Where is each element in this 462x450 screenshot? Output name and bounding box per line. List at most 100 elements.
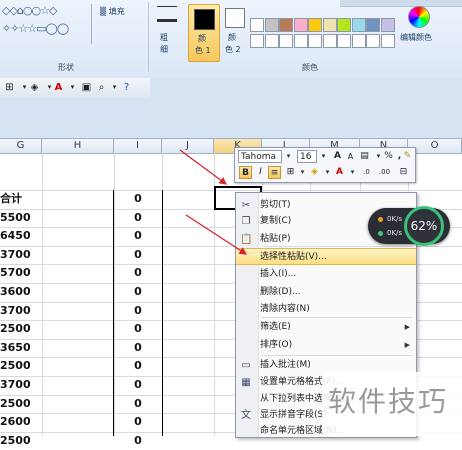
increase-decimal-button[interactable]: .0 — [360, 166, 373, 179]
palette-swatch[interactable] — [279, 34, 293, 48]
color2-button[interactable]: 颜 色 2 — [221, 4, 247, 60]
palette-swatch[interactable] — [337, 34, 351, 48]
cell-g[interactable]: 3700 — [0, 246, 52, 264]
mini-toolbar: Tahoma ▾ 16 ▾ A A ▤ ▾ % , ✎ B I ≡ ⊞ ▾ ◈ … — [234, 147, 416, 183]
font-size-select[interactable]: 16 — [297, 150, 317, 163]
cell-g[interactable]: 2500 — [0, 395, 52, 413]
cell-g[interactable]: 3700 — [0, 376, 52, 394]
cell-g[interactable]: 5700 — [0, 264, 52, 282]
accounting-format-icon[interactable]: ▤ — [358, 150, 371, 163]
shapes-scroll[interactable] — [91, 4, 98, 44]
palette-swatch[interactable] — [322, 34, 337, 48]
font-name-dropdown-icon[interactable]: ▾ — [282, 150, 295, 163]
font-size-dropdown-icon[interactable]: ▾ — [317, 150, 330, 163]
context-menu-separator — [262, 355, 412, 356]
shapes-gallery-row-2[interactable]: ✧✧☆☆▭◯◯ — [2, 22, 69, 35]
font-color-dropdown-icon[interactable]: ▾ — [346, 166, 359, 179]
cell-g[interactable]: 3600 — [0, 283, 52, 301]
cell-g[interactable]: 合计 — [0, 190, 52, 208]
decrease-decimal-button[interactable]: .00 — [378, 166, 391, 179]
palette-swatch[interactable] — [322, 18, 337, 32]
palette-swatch[interactable] — [264, 34, 279, 48]
fill-color-icon[interactable]: ◈ — [28, 81, 41, 94]
cell-g[interactable]: 6450 — [0, 227, 52, 245]
font-name-select[interactable]: Tahoma — [238, 150, 282, 163]
column-header-g[interactable]: G — [0, 139, 42, 153]
format-painter-icon[interactable]: ✎ — [401, 150, 414, 163]
cell-g[interactable]: 2500 — [0, 320, 52, 338]
palette-swatch[interactable] — [279, 18, 293, 32]
palette-swatch[interactable] — [308, 34, 322, 48]
picture-icon[interactable]: ▣ — [80, 81, 93, 94]
group-separator — [148, 2, 149, 72]
search-icon[interactable]: ⌕ — [95, 81, 108, 94]
cell-g[interactable]: 2500 — [0, 432, 52, 450]
borders-icon[interactable]: ⊞ — [3, 81, 16, 94]
download-dot-icon — [378, 230, 383, 236]
fill-label: 填充 — [108, 7, 125, 16]
merge-cells-icon[interactable]: ⊟ — [397, 166, 410, 179]
dropdown-icon[interactable]: ▾ — [66, 81, 79, 94]
palette-swatch[interactable] — [366, 34, 380, 48]
cell-g[interactable]: 2500 — [0, 357, 52, 375]
fill-color-icon[interactable]: ◈ — [308, 166, 321, 179]
context-menu-item[interactable]: 选择性粘贴(V)... — [236, 248, 416, 265]
palette-swatch[interactable] — [351, 18, 366, 32]
shrink-font-button[interactable]: A — [344, 150, 357, 163]
bold-button[interactable]: B — [239, 166, 252, 179]
help-icon[interactable]: ? — [120, 81, 133, 94]
size-button[interactable]: 粗 细 — [152, 4, 182, 60]
upload-speed: 0K/s — [378, 215, 402, 223]
palette-swatch[interactable] — [264, 18, 279, 32]
context-menu-item-label: 显示拼音字段(S) — [260, 410, 327, 420]
italic-button[interactable]: I — [254, 166, 267, 179]
grow-font-button[interactable]: A — [331, 150, 344, 163]
comment-icon: ▭ — [241, 360, 251, 371]
palette-swatch[interactable] — [250, 34, 264, 48]
color-wheel-icon — [408, 6, 430, 28]
cell-g[interactable]: 5500 — [0, 209, 52, 227]
color2-swatch — [225, 8, 245, 28]
palette-swatch[interactable] — [293, 34, 308, 48]
color1-label-2: 色 1 — [195, 46, 211, 55]
context-menu-item[interactable]: 清除内容(N) — [236, 301, 416, 318]
context-menu-item[interactable]: 排序(O) ▶ — [236, 337, 416, 354]
fill-icon: ▒ — [100, 7, 107, 16]
context-menu-item-label: 清除内容(N) — [260, 304, 310, 314]
shapes-gallery-row-1[interactable]: ◇◇⌂○○☆◇ — [2, 4, 57, 17]
context-menu-item[interactable]: 删除(D)... — [236, 284, 416, 301]
column-header-o[interactable]: O — [408, 139, 462, 153]
cell-g[interactable]: 2600 — [0, 413, 52, 431]
palette-swatch[interactable] — [351, 34, 366, 48]
color-palette[interactable] — [250, 18, 396, 50]
memory-gauge[interactable]: 62% — [404, 206, 444, 246]
cell-g[interactable]: 3650 — [0, 339, 52, 357]
palette-swatch[interactable] — [380, 18, 395, 32]
fill-button[interactable]: ▒ 填充 — [100, 6, 125, 17]
font-size-value: 16 — [300, 152, 312, 162]
context-menu-item-label: 删除(D)... — [260, 287, 301, 297]
submenu-arrow-icon: ▶ — [404, 323, 410, 331]
font-color-icon[interactable]: A — [333, 166, 346, 179]
font-color-icon[interactable]: A — [52, 81, 65, 94]
palette-swatch[interactable] — [250, 18, 264, 32]
context-menu-item-label: 选择性粘贴(V)... — [260, 252, 327, 262]
cell-g[interactable]: 3700 — [0, 302, 52, 320]
color1-button[interactable]: 颜 色 1 — [188, 4, 220, 62]
column-header-h[interactable]: H — [42, 139, 114, 153]
upload-dot-icon — [378, 216, 383, 222]
column-header-j[interactable]: J — [162, 139, 214, 153]
center-align-icon[interactable]: ≡ — [268, 166, 281, 179]
palette-swatch[interactable] — [380, 34, 395, 48]
column-header-i[interactable]: I — [114, 139, 162, 153]
context-menu-item[interactable]: 插入(I)... — [236, 266, 416, 283]
palette-swatch[interactable] — [308, 18, 322, 32]
context-menu-separator — [262, 246, 412, 247]
color2-label-2: 色 2 — [225, 45, 241, 54]
palette-swatch[interactable] — [293, 18, 308, 32]
context-menu-item[interactable]: 筛选(E) ▶ — [236, 319, 416, 336]
palette-swatch[interactable] — [337, 18, 351, 32]
palette-swatch[interactable] — [366, 18, 380, 32]
edit-colors-button[interactable]: 编辑颜色 — [398, 4, 440, 54]
color1-swatch — [194, 9, 215, 30]
